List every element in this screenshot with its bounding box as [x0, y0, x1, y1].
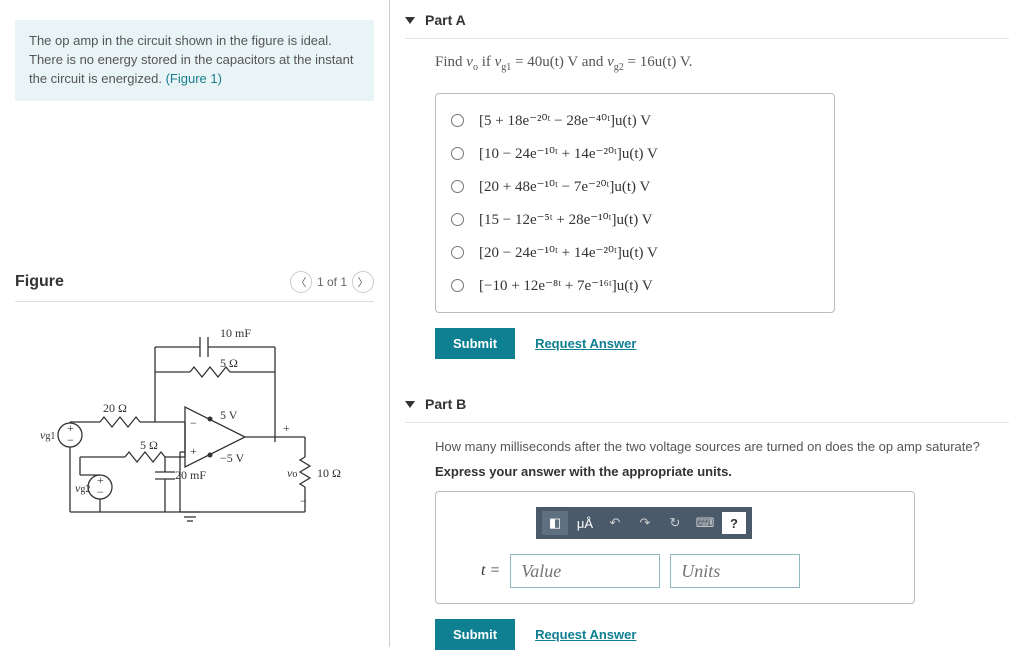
svg-text:−: − [97, 485, 104, 499]
help-icon[interactable]: ? [722, 512, 746, 534]
part-b-submit-button[interactable]: Submit [435, 619, 515, 650]
option-3[interactable]: [20 + 48e⁻¹⁰ᵗ − 7e⁻²⁰ᵗ]u(t) V [451, 170, 819, 203]
option-5[interactable]: [20 − 24e⁻¹⁰ᵗ + 14e⁻²⁰ᵗ]u(t) V [451, 236, 819, 269]
figure-link[interactable]: (Figure 1) [166, 71, 222, 86]
part-a-options: [5 + 18e⁻²⁰ᵗ − 28e⁻⁴⁰ᵗ]u(t) V [10 − 24e⁻… [435, 93, 835, 313]
option-1[interactable]: [5 + 18e⁻²⁰ᵗ − 28e⁻⁴⁰ᵗ]u(t) V [451, 104, 819, 137]
svg-text:vo: vo [287, 466, 297, 480]
figure-title: Figure [15, 273, 64, 291]
svg-text:10 mF: 10 mF [220, 327, 251, 340]
variable-label: t = [481, 562, 500, 580]
option-2-radio[interactable] [451, 147, 464, 160]
part-a-submit-button[interactable]: Submit [435, 328, 515, 359]
redo-icon[interactable]: ↷ [632, 511, 658, 535]
keyboard-icon[interactable]: ⌨ [692, 511, 718, 535]
svg-text:vg1: vg1 [40, 428, 55, 442]
svg-text:5 Ω: 5 Ω [220, 356, 238, 370]
value-input[interactable] [510, 554, 660, 588]
part-b-title: Part B [425, 396, 466, 412]
option-5-radio[interactable] [451, 246, 464, 259]
part-b-request-answer-link[interactable]: Request Answer [535, 627, 636, 642]
units-icon[interactable]: μÅ [572, 511, 598, 535]
svg-text:−: − [190, 416, 197, 430]
svg-text:20 Ω: 20 Ω [103, 401, 127, 415]
option-4-radio[interactable] [451, 213, 464, 226]
undo-icon[interactable]: ↶ [602, 511, 628, 535]
circuit-diagram: 10 mF 5 Ω 20 Ω [15, 302, 374, 555]
part-a-request-answer-link[interactable]: Request Answer [535, 336, 636, 351]
reset-icon[interactable]: ↻ [662, 511, 688, 535]
part-b-question: How many milliseconds after the two volt… [405, 438, 1009, 456]
option-2[interactable]: [10 − 24e⁻¹⁰ᵗ + 14e⁻²⁰ᵗ]u(t) V [451, 137, 819, 170]
option-1-radio[interactable] [451, 114, 464, 127]
option-3-radio[interactable] [451, 180, 464, 193]
svg-text:+: + [283, 421, 290, 435]
svg-text:−: − [300, 494, 307, 508]
option-4[interactable]: [15 − 12e⁻⁵ᵗ + 28e⁻¹⁰ᵗ]u(t) V [451, 203, 819, 236]
problem-description: The op amp in the circuit shown in the f… [15, 20, 374, 101]
svg-text:+: + [190, 444, 197, 458]
figure-next-button[interactable]: 〉 [352, 271, 374, 293]
part-b-instruction: Express your answer with the appropriate… [405, 464, 1009, 479]
chevron-down-icon[interactable] [405, 401, 415, 408]
svg-text:10 Ω: 10 Ω [317, 466, 341, 480]
svg-text:−: − [67, 433, 74, 447]
part-a-title: Part A [425, 12, 466, 28]
chevron-down-icon[interactable] [405, 17, 415, 24]
option-6[interactable]: [−10 + 12e⁻⁸ᵗ + 7e⁻¹⁶ᵗ]u(t) V [451, 269, 819, 302]
option-6-radio[interactable] [451, 279, 464, 292]
svg-text:5 V: 5 V [220, 408, 238, 422]
answer-toolbar: ◧ μÅ ↶ ↷ ↻ ⌨ ? [536, 507, 752, 539]
svg-text:vg2: vg2 [75, 481, 90, 495]
svg-text:5 Ω: 5 Ω [140, 438, 158, 452]
figure-prev-button[interactable]: 〈 [290, 271, 312, 293]
figure-pager: 1 of 1 [317, 275, 347, 289]
part-b-input-box: ◧ μÅ ↶ ↷ ↻ ⌨ ? t = [435, 491, 915, 604]
part-a-question: Find vo if vg1 = 40u(t) V and vg2 = 16u(… [405, 54, 1009, 73]
template-icon[interactable]: ◧ [542, 511, 568, 535]
svg-text:−5 V: −5 V [220, 451, 245, 465]
units-input[interactable] [670, 554, 800, 588]
